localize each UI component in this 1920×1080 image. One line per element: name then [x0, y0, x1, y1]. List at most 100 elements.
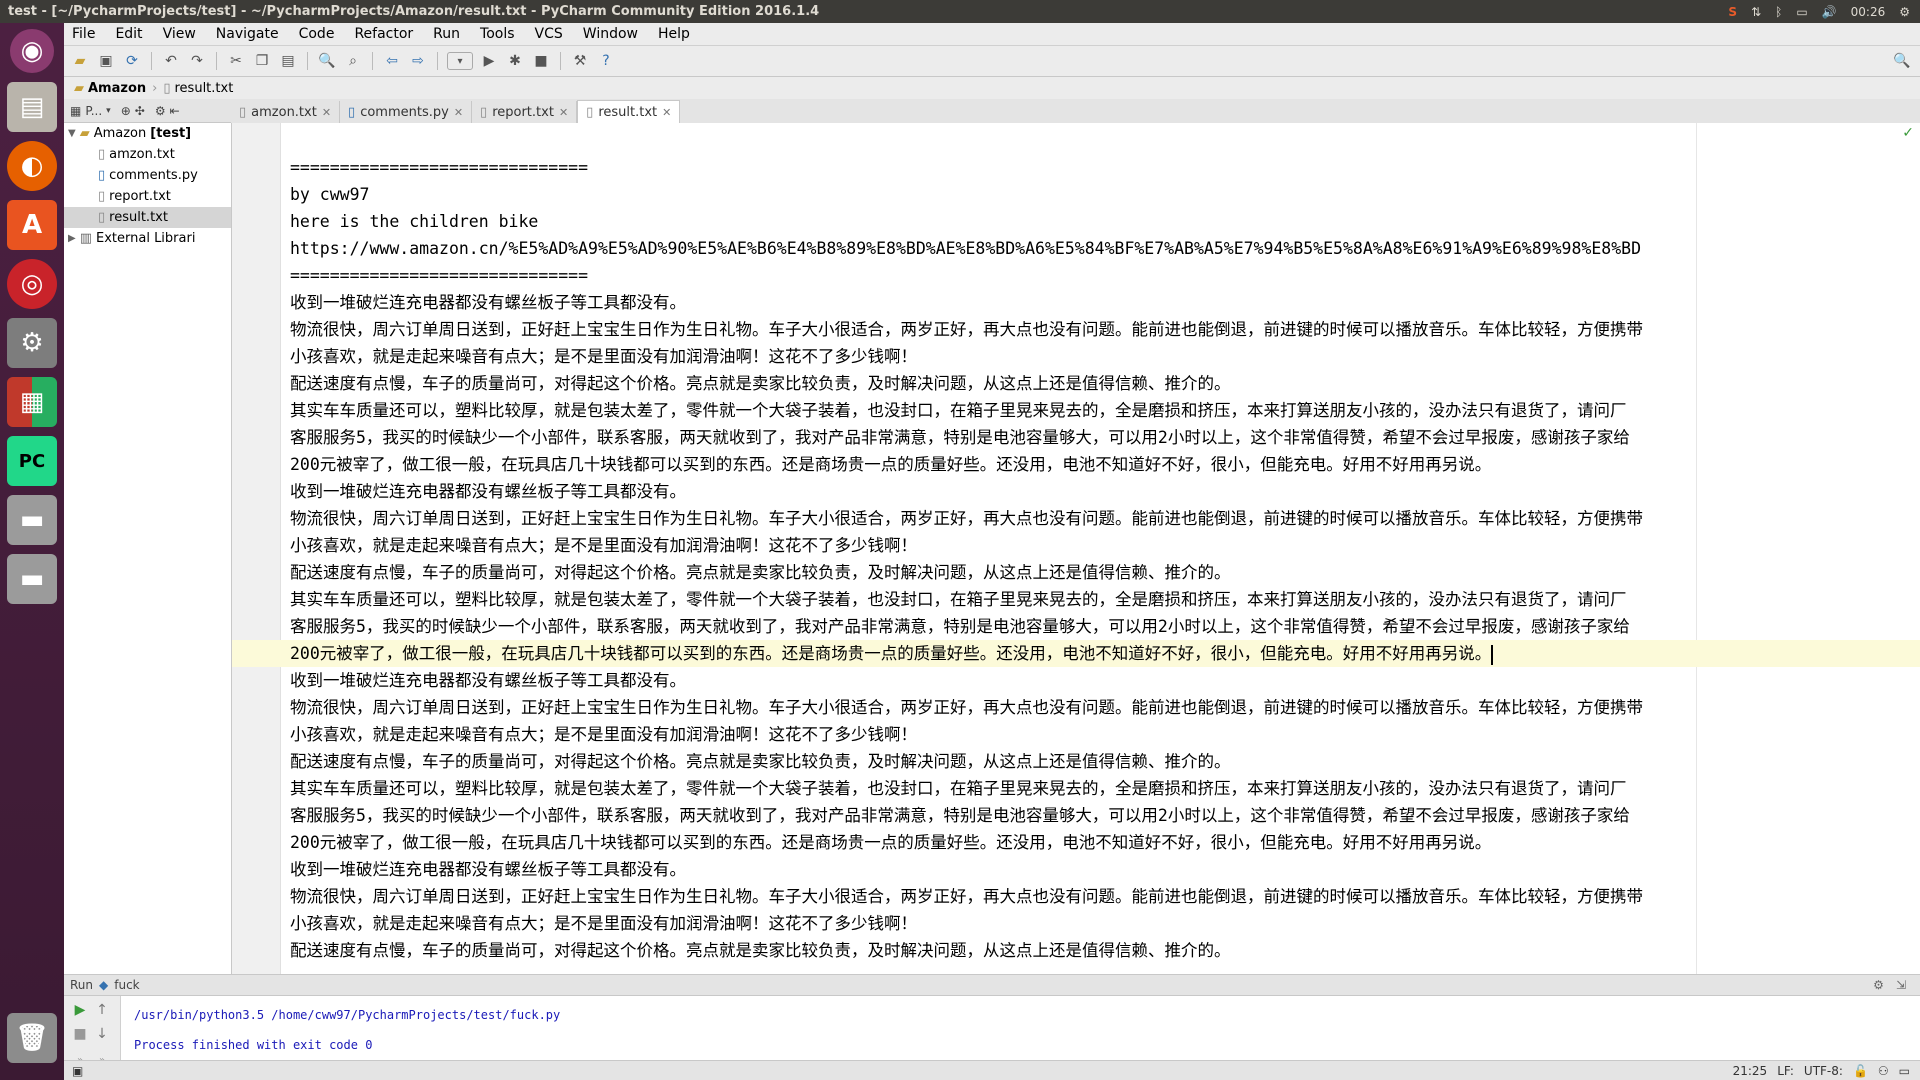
tab-comments-py[interactable]: ▯ comments.py ✕: [340, 101, 473, 123]
hide-panel-icon[interactable]: ⇲: [1896, 978, 1906, 992]
project-view-icon[interactable]: ▦: [70, 104, 81, 118]
paste-icon[interactable]: ▤: [278, 51, 298, 71]
find-icon[interactable]: 🔍: [317, 51, 337, 71]
inspection-icon[interactable]: ⚇: [1878, 1064, 1889, 1078]
code-line[interactable]: 物流很快，周六订单周日送到，正好赶上宝宝生日作为生日礼物。车子大小很适合，两岁正…: [290, 883, 1920, 910]
menu-vcs[interactable]: VCS: [533, 26, 565, 42]
code-line[interactable]: 小孩喜欢，就是走起来噪音有点大；是不是里面没有加润滑油啊！这花不了多少钱啊！: [290, 910, 1920, 937]
code-area[interactable]: ============================== by cww97 he…: [232, 154, 1920, 964]
code-line[interactable]: 200元被宰了，做工很一般，在玩具店几十块钱都可以买到的东西。还是商场贵一点的质…: [232, 640, 1920, 667]
tab-report-txt[interactable]: ▯ report.txt ✕: [472, 101, 578, 123]
gear-icon[interactable]: ⚙: [1899, 5, 1910, 19]
bluetooth-icon[interactable]: ᛒ: [1775, 5, 1782, 19]
project-view-label[interactable]: P...: [85, 104, 102, 118]
code-line[interactable]: here is the children bike: [290, 208, 1920, 235]
collapse-arrow-icon[interactable]: ▶: [68, 233, 76, 244]
stop-icon[interactable]: ■: [531, 51, 551, 71]
code-line[interactable]: 配送速度有点慢，车子的质量尚可，对得起这个价格。亮点就是卖家比较负责，及时解决问…: [290, 370, 1920, 397]
editor[interactable]: ✓ ============================== by cww97…: [232, 123, 1920, 974]
search-everywhere-icon[interactable]: 🔍: [1892, 51, 1912, 71]
tree-file[interactable]: ▯ amzon.txt: [64, 144, 231, 165]
code-line[interactable]: 200元被宰了，做工很一般，在玩具店几十块钱都可以买到的东西。还是商场贵一点的质…: [290, 829, 1920, 856]
code-line[interactable]: 200元被宰了，做工很一般，在玩具店几十块钱都可以买到的东西。还是商场贵一点的质…: [290, 451, 1920, 478]
undo-icon[interactable]: ↶: [161, 51, 181, 71]
open-folder-icon[interactable]: ▰: [70, 51, 90, 71]
scroll-down-icon[interactable]: ↓: [92, 1024, 112, 1044]
menu-view[interactable]: View: [161, 26, 198, 42]
stop-icon[interactable]: ■: [70, 1024, 90, 1044]
clock[interactable]: 00:26: [1851, 5, 1886, 19]
run-config-dropdown[interactable]: ▾: [447, 52, 473, 70]
code-line[interactable]: https://www.amazon.cn/%E5%AD%A9%E5%AD%90…: [290, 235, 1920, 262]
firefox-icon[interactable]: ◐: [7, 141, 57, 191]
code-line[interactable]: 配送速度有点慢，车子的质量尚可，对得起这个价格。亮点就是卖家比较负责，及时解决问…: [290, 748, 1920, 775]
sync-icon[interactable]: ⟳: [122, 51, 142, 71]
gear-icon[interactable]: ⚙: [1873, 978, 1884, 992]
tree-file-selected[interactable]: ▯ result.txt: [64, 207, 231, 228]
settings-icon[interactable]: ⚙: [7, 318, 57, 368]
close-icon[interactable]: ✕: [662, 106, 671, 119]
tab-result-txt[interactable]: ▯ result.txt ✕: [577, 100, 681, 123]
battery-icon[interactable]: ▭: [1796, 5, 1807, 19]
scroll-up-icon[interactable]: ↑: [92, 1000, 112, 1020]
menu-file[interactable]: File: [70, 26, 97, 42]
console-output[interactable]: /usr/bin/python3.5 /home/cww97/PycharmPr…: [134, 1000, 560, 1060]
menu-tools[interactable]: Tools: [478, 26, 517, 42]
code-line[interactable]: 其实车车质量还可以，塑料比较厚，就是包装太差了，零件就一个大袋子装着，也没封口，…: [290, 586, 1920, 613]
run-icon[interactable]: ▶: [479, 51, 499, 71]
replace-icon[interactable]: ⌕: [343, 51, 363, 71]
volume-icon[interactable]: 🔊: [1822, 5, 1837, 19]
collapse-icon[interactable]: ✣: [135, 104, 145, 118]
tree-file[interactable]: ▯ report.txt: [64, 186, 231, 207]
office-icon[interactable]: ▦: [7, 377, 57, 427]
file-encoding[interactable]: UTF-8:: [1804, 1064, 1843, 1078]
tree-file[interactable]: ▯ comments.py: [64, 165, 231, 186]
menu-refactor[interactable]: Refactor: [352, 26, 415, 42]
run-label[interactable]: Run: [70, 978, 93, 992]
run-config-name[interactable]: fuck: [114, 978, 139, 992]
settings-wrench-icon[interactable]: ⚒: [570, 51, 590, 71]
trash-icon[interactable]: 🗑: [7, 1013, 57, 1063]
copy-icon[interactable]: ❐: [252, 51, 272, 71]
code-line[interactable]: 客服服务5，我买的时候缺少一个小部件，联系客服，两天就收到了，我对产品非常满意，…: [290, 613, 1920, 640]
line-separator[interactable]: LF:: [1777, 1064, 1794, 1078]
code-line[interactable]: ==============================: [290, 262, 1920, 289]
event-log-icon[interactable]: ▭: [1899, 1064, 1910, 1078]
toggle-tool-windows-icon[interactable]: ▣: [64, 1064, 83, 1078]
cut-icon[interactable]: ✂: [226, 51, 246, 71]
menu-run[interactable]: Run: [431, 26, 462, 42]
menu-help[interactable]: Help: [656, 26, 692, 42]
help-icon[interactable]: ?: [596, 51, 616, 71]
tree-external-libraries[interactable]: ▶ ▥ External Librari: [64, 228, 231, 249]
forward-icon[interactable]: ⇨: [408, 51, 428, 71]
code-line[interactable]: 收到一堆破烂连充电器都没有螺丝板子等工具都没有。: [290, 856, 1920, 883]
editor-gutter[interactable]: [232, 123, 281, 974]
code-line[interactable]: 小孩喜欢，就是走起来噪音有点大；是不是里面没有加润滑油啊！这花不了多少钱啊！: [290, 532, 1920, 559]
breadcrumb-file[interactable]: ▯ result.txt: [163, 81, 233, 96]
save-icon[interactable]: ▣: [96, 51, 116, 71]
music-player-icon[interactable]: ◎: [7, 259, 57, 309]
rerun-icon[interactable]: ▶: [70, 1000, 90, 1020]
caret-position[interactable]: 21:25: [1733, 1064, 1768, 1078]
menu-navigate[interactable]: Navigate: [214, 26, 281, 42]
code-line[interactable]: 其实车车质量还可以，塑料比较厚，就是包装太差了，零件就一个大袋子装着，也没封口，…: [290, 397, 1920, 424]
menu-edit[interactable]: Edit: [113, 26, 144, 42]
chevron-down-icon[interactable]: ▾: [106, 106, 111, 116]
code-line[interactable]: 物流很快，周六订单周日送到，正好赶上宝宝生日作为生日礼物。车子大小很适合，两岁正…: [290, 505, 1920, 532]
breadcrumb-project[interactable]: ▰ Amazon: [74, 81, 146, 96]
hide-icon[interactable]: ⇤: [170, 104, 180, 118]
disk-icon[interactable]: ▬: [7, 554, 57, 604]
code-line[interactable]: 配送速度有点慢，车子的质量尚可，对得起这个价格。亮点就是卖家比较负责，及时解决问…: [290, 559, 1920, 586]
ubuntu-dash-icon[interactable]: ◉: [10, 29, 54, 73]
code-line[interactable]: by cww97: [290, 181, 1920, 208]
expand-arrow-icon[interactable]: ▼: [68, 128, 76, 139]
code-line[interactable]: 小孩喜欢，就是走起来噪音有点大；是不是里面没有加润滑油啊！这花不了多少钱啊！: [290, 721, 1920, 748]
redo-icon[interactable]: ↷: [187, 51, 207, 71]
tab-amzon-txt[interactable]: ▯ amzon.txt ✕: [231, 101, 341, 123]
software-center-icon[interactable]: A: [7, 200, 57, 250]
code-line[interactable]: 收到一堆破烂连充电器都没有螺丝板子等工具都没有。: [290, 478, 1920, 505]
files-icon[interactable]: ▤: [7, 82, 57, 132]
tree-root[interactable]: ▼ ▰ Amazon [test]: [64, 123, 231, 144]
code-line[interactable]: 物流很快，周六订单周日送到，正好赶上宝宝生日作为生日礼物。车子大小很适合，两岁正…: [290, 316, 1920, 343]
input-method-icon[interactable]: S: [1728, 5, 1737, 19]
